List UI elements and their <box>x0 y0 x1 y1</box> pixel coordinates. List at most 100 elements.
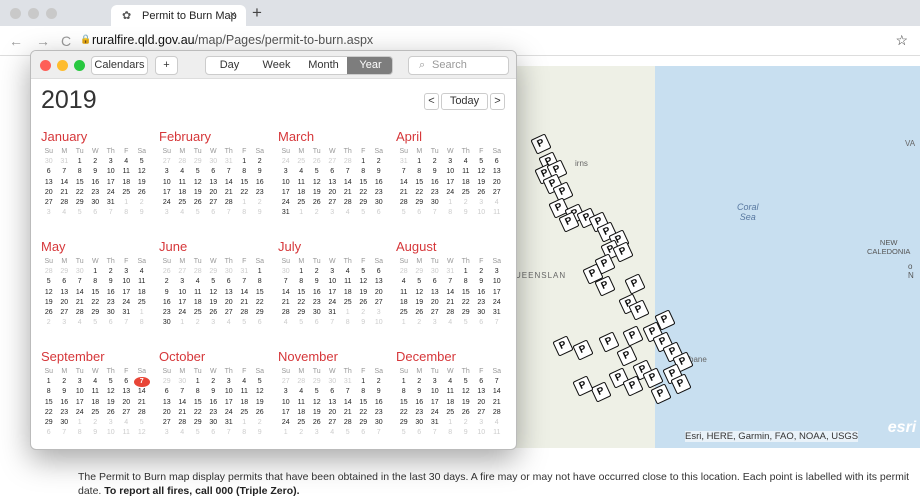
day-cell[interactable]: 22 <box>396 408 412 418</box>
adjacent-month-day[interactable]: 6 <box>103 318 119 328</box>
day-cell[interactable]: 8 <box>72 167 88 177</box>
adjacent-month-day[interactable]: 3 <box>309 428 325 438</box>
adjacent-month-day[interactable]: 2 <box>41 318 57 328</box>
day-cell[interactable]: 17 <box>278 408 294 418</box>
day-cell[interactable]: 29 <box>88 308 104 318</box>
day-cell[interactable]: 20 <box>325 408 341 418</box>
day-cell[interactable]: 16 <box>474 288 490 298</box>
day-cell[interactable]: 12 <box>309 178 325 188</box>
day-cell[interactable]: 15 <box>72 178 88 188</box>
day-cell[interactable]: 27 <box>371 298 387 308</box>
day-cell[interactable]: 15 <box>294 288 310 298</box>
adjacent-month-day[interactable]: 2 <box>190 318 206 328</box>
day-cell[interactable]: 9 <box>206 387 222 397</box>
adjacent-month-day[interactable]: 4 <box>72 318 88 328</box>
day-cell[interactable]: 28 <box>396 198 412 208</box>
day-cell[interactable]: 10 <box>159 178 175 188</box>
day-cell[interactable]: 9 <box>103 277 119 287</box>
day-cell[interactable]: 19 <box>474 178 490 188</box>
adjacent-month-day[interactable]: 6 <box>309 318 325 328</box>
day-cell[interactable]: 25 <box>396 308 412 318</box>
day-cell[interactable]: 14 <box>57 178 73 188</box>
adjacent-month-day[interactable]: 3 <box>103 418 119 428</box>
day-cell[interactable]: 13 <box>57 288 73 298</box>
day-cell[interactable]: 28 <box>57 198 73 208</box>
adjacent-month-day[interactable]: 2 <box>134 198 150 208</box>
day-cell[interactable]: 2 <box>57 377 73 387</box>
day-cell[interactable]: 15 <box>412 178 428 188</box>
day-cell[interactable]: 8 <box>356 167 372 177</box>
adjacent-month-day[interactable]: 1 <box>175 318 191 328</box>
day-cell[interactable]: 13 <box>489 167 505 177</box>
adjacent-month-day[interactable]: 1 <box>119 198 135 208</box>
adjacent-month-day[interactable]: 30 <box>41 157 57 167</box>
day-cell[interactable]: 2 <box>371 377 387 387</box>
day-cell[interactable]: 3 <box>489 267 505 277</box>
day-cell[interactable]: 11 <box>458 167 474 177</box>
adjacent-month-day[interactable]: 6 <box>206 428 222 438</box>
day-cell[interactable]: 8 <box>396 387 412 397</box>
day-cell[interactable]: 14 <box>340 398 356 408</box>
day-cell[interactable]: 20 <box>221 298 237 308</box>
day-cell[interactable]: 5 <box>356 267 372 277</box>
day-cell[interactable]: 25 <box>88 408 104 418</box>
day-cell[interactable]: 27 <box>119 408 135 418</box>
adjacent-month-day[interactable]: 7 <box>427 428 443 438</box>
day-cell[interactable]: 14 <box>278 288 294 298</box>
adjacent-month-day[interactable]: 7 <box>103 208 119 218</box>
adjacent-month-day[interactable]: 10 <box>103 428 119 438</box>
day-cell[interactable]: 2 <box>474 267 490 277</box>
day-cell[interactable]: 6 <box>427 277 443 287</box>
day-cell[interactable]: 1 <box>190 377 206 387</box>
day-cell[interactable]: 1 <box>41 377 57 387</box>
adjacent-month-day[interactable]: 2 <box>294 428 310 438</box>
day-cell[interactable]: 22 <box>294 298 310 308</box>
adjacent-month-day[interactable]: 31 <box>57 157 73 167</box>
day-cell[interactable]: 15 <box>41 398 57 408</box>
day-cell[interactable]: 19 <box>103 398 119 408</box>
day-cell[interactable]: 5 <box>41 277 57 287</box>
day-cell[interactable]: 17 <box>427 398 443 408</box>
day-cell[interactable]: 1 <box>237 157 253 167</box>
day-cell[interactable]: 5 <box>103 377 119 387</box>
adjacent-month-day[interactable]: 7 <box>325 318 341 328</box>
day-cell[interactable]: 15 <box>356 398 372 408</box>
day-cell[interactable]: 3 <box>159 167 175 177</box>
day-cell[interactable]: 19 <box>206 298 222 308</box>
day-cell[interactable]: 4 <box>458 157 474 167</box>
day-cell[interactable]: 22 <box>356 408 372 418</box>
adjacent-month-day[interactable]: 2 <box>356 308 372 318</box>
adjacent-month-day[interactable]: 2 <box>458 418 474 428</box>
adjacent-month-day[interactable]: 29 <box>159 377 175 387</box>
adjacent-month-day[interactable]: 4 <box>175 208 191 218</box>
adjacent-month-day[interactable]: 29 <box>309 377 325 387</box>
day-cell[interactable]: 11 <box>294 178 310 188</box>
day-cell[interactable]: 13 <box>474 387 490 397</box>
day-cell[interactable]: 8 <box>356 387 372 397</box>
adjacent-month-day[interactable]: 30 <box>278 267 294 277</box>
day-cell[interactable]: 24 <box>159 198 175 208</box>
adjacent-month-day[interactable]: 12 <box>134 428 150 438</box>
window-close-dot[interactable] <box>10 8 21 19</box>
day-cell[interactable]: 31 <box>427 418 443 428</box>
day-cell[interactable]: 18 <box>88 398 104 408</box>
adjacent-month-day[interactable]: 30 <box>221 267 237 277</box>
day-cell[interactable]: 30 <box>159 318 175 328</box>
adjacent-month-day[interactable]: 9 <box>252 208 268 218</box>
day-cell[interactable]: 15 <box>237 178 253 188</box>
adjacent-month-day[interactable]: 10 <box>371 318 387 328</box>
adjacent-month-day[interactable]: 28 <box>396 267 412 277</box>
day-cell[interactable]: 19 <box>458 398 474 408</box>
adjacent-month-day[interactable]: 2 <box>412 318 428 328</box>
day-cell[interactable]: 28 <box>489 408 505 418</box>
adjacent-month-day[interactable]: 7 <box>371 428 387 438</box>
day-cell[interactable]: 8 <box>252 277 268 287</box>
day-cell[interactable]: 17 <box>103 178 119 188</box>
adjacent-month-day[interactable]: 4 <box>175 428 191 438</box>
adjacent-month-day[interactable]: 3 <box>206 318 222 328</box>
day-cell[interactable]: 27 <box>206 198 222 208</box>
day-cell[interactable]: 14 <box>396 178 412 188</box>
adjacent-month-day[interactable]: 6 <box>252 318 268 328</box>
day-cell[interactable]: 31 <box>325 308 341 318</box>
day-cell[interactable]: 7 <box>278 277 294 287</box>
